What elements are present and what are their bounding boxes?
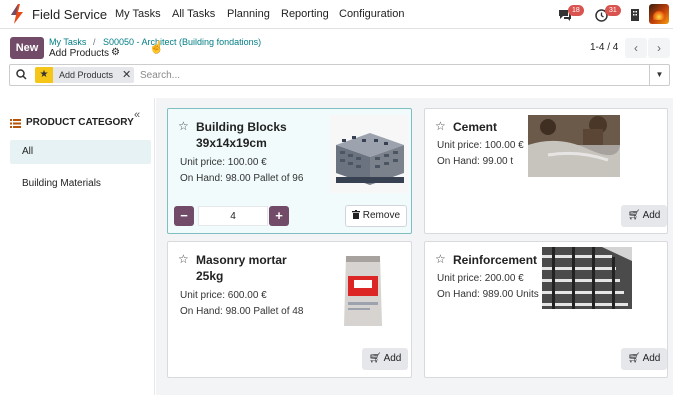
page-title: Add Products — [49, 48, 110, 59]
app-name[interactable]: Field Service — [32, 7, 107, 22]
quantity-input[interactable] — [198, 206, 268, 226]
favorite-filter-icon: ★ — [35, 67, 53, 83]
category-item-all[interactable]: All — [10, 140, 151, 164]
product-on-hand: On Hand: 98.00 Pallet of 48 — [180, 306, 304, 317]
minus-icon: − — [180, 208, 188, 223]
new-button[interactable]: New — [10, 37, 44, 59]
chat-badge: 18 — [568, 5, 584, 16]
product-name-line2: 25kg — [196, 269, 224, 283]
product-image — [528, 115, 620, 177]
search-options-toggle[interactable]: ▼ — [649, 65, 669, 85]
category-header: PRODUCT CATEGORY — [26, 117, 134, 128]
product-price: Unit price: 100.00 € — [180, 157, 267, 168]
user-avatar[interactable] — [649, 4, 669, 24]
star-icon[interactable]: ☆ — [435, 119, 446, 133]
star-icon[interactable]: ☆ — [178, 252, 189, 266]
product-name: Masonry mortar — [196, 253, 287, 267]
product-kanban: ☆ Building Blocks 39x14x19cm Unit price:… — [156, 98, 673, 395]
star-icon[interactable]: ☆ — [435, 252, 446, 266]
company-switch-icon[interactable] — [630, 9, 640, 21]
menu-reporting[interactable]: Reporting — [281, 8, 329, 20]
product-on-hand: On Hand: 98.00 Pallet of 96 — [180, 173, 304, 184]
add-button[interactable]: 🛒︎ Add — [362, 348, 408, 370]
search-icon[interactable] — [16, 69, 27, 80]
product-card-cement[interactable]: ☆ Cement Unit price: 100.00 € On Hand: 9… — [424, 108, 668, 234]
product-image — [344, 256, 382, 326]
category-list-icon — [10, 119, 21, 128]
cart-icon: 🛒︎ — [627, 353, 641, 364]
activity-button[interactable]: 31 — [595, 5, 621, 23]
search-bar: ★ Add Products ✕ ▼ — [9, 64, 670, 86]
product-image — [542, 247, 632, 309]
chevron-left-icon: ‹ — [634, 41, 638, 55]
menu-planning[interactable]: Planning — [227, 8, 270, 20]
remove-button[interactable]: Remove — [345, 205, 407, 227]
product-price: Unit price: 100.00 € — [437, 140, 524, 151]
pager-value[interactable]: 1-4 / 4 — [590, 42, 618, 53]
caret-down-icon: ▼ — [655, 70, 664, 79]
activity-badge: 31 — [605, 5, 621, 16]
facet-remove-icon[interactable]: ✕ — [122, 68, 131, 81]
product-price: Unit price: 600.00 € — [180, 290, 267, 301]
pager-previous-button[interactable]: ‹ — [625, 38, 647, 58]
search-input[interactable] — [140, 67, 640, 83]
product-name: Cement — [453, 120, 498, 134]
product-card-building-blocks[interactable]: ☆ Building Blocks 39x14x19cm Unit price:… — [167, 108, 412, 234]
product-name: Building Blocks — [196, 120, 287, 134]
menu-all-tasks[interactable]: All Tasks — [172, 8, 215, 20]
decrease-quantity-button[interactable]: − — [174, 206, 194, 226]
pager-next-button[interactable]: › — [648, 38, 670, 58]
add-label: Add — [642, 210, 661, 221]
top-navbar: Field Service My Tasks All Tasks Plannin… — [0, 0, 673, 29]
collapse-sidebar-icon[interactable]: « — [134, 109, 140, 121]
product-name: Reinforcement — [453, 253, 538, 267]
product-on-hand: On Hand: 989.00 Units — [437, 289, 539, 300]
cart-icon: 🛒︎ — [368, 353, 382, 364]
cart-icon: 🛒︎ — [627, 210, 641, 221]
product-card-masonry-mortar[interactable]: ☆ Masonry mortar 25kg Unit price: 600.00… — [167, 241, 412, 378]
category-item-building-materials[interactable]: Building Materials — [10, 172, 151, 196]
breadcrumb-task[interactable]: S00050 - Architect (Building fondations) — [103, 37, 261, 47]
field-service-logo-icon[interactable] — [9, 4, 25, 24]
menu-configuration[interactable]: Configuration — [339, 8, 404, 20]
product-image — [330, 115, 408, 193]
add-label: Add — [383, 353, 402, 364]
add-label: Add — [642, 353, 661, 364]
remove-label: Remove — [362, 210, 401, 221]
menu-my-tasks[interactable]: My Tasks — [115, 8, 161, 20]
search-facet: ★ Add Products ✕ — [35, 67, 134, 83]
increase-quantity-button[interactable]: + — [269, 206, 289, 226]
plus-icon: + — [275, 208, 283, 223]
trash-icon — [351, 210, 360, 219]
product-price: Unit price: 200.00 € — [437, 273, 524, 284]
mouse-cursor-icon: ☝ — [149, 40, 164, 54]
facet-label: Add Products — [59, 70, 114, 80]
gear-icon[interactable]: ⚙ — [111, 47, 120, 58]
product-name-line2: 39x14x19cm — [196, 136, 267, 150]
breadcrumb-my-tasks[interactable]: My Tasks — [49, 37, 86, 47]
breadcrumb-separator: / — [93, 37, 96, 47]
product-on-hand: On Hand: 99.00 t — [437, 156, 514, 167]
add-button[interactable]: 🛒︎ Add — [621, 348, 667, 370]
product-card-reinforcement[interactable]: ☆ Reinforcement Unit price: 200.00 € On … — [424, 241, 668, 378]
chat-button[interactable]: 18 — [558, 5, 584, 23]
chevron-right-icon: › — [657, 41, 661, 55]
add-button[interactable]: 🛒︎ Add — [621, 205, 667, 227]
star-icon[interactable]: ☆ — [178, 119, 189, 133]
category-sidebar: « PRODUCT CATEGORY All Building Material… — [0, 98, 155, 395]
